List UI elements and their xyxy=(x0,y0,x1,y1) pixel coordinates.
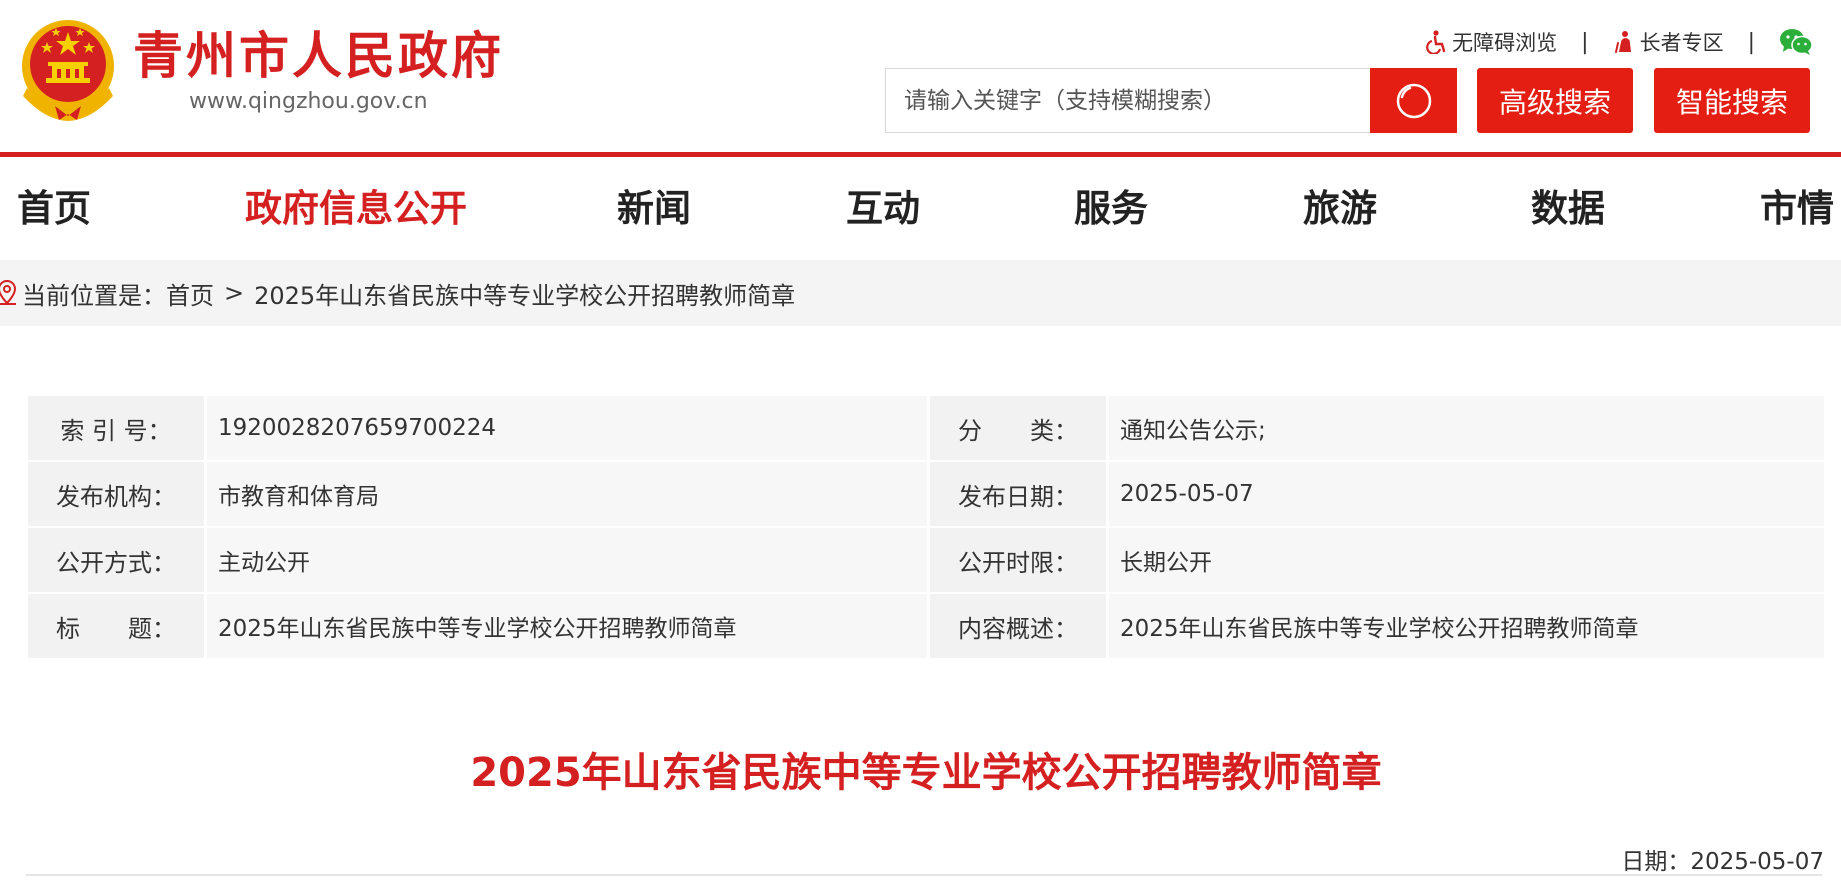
category-label: 分 类： xyxy=(930,396,1106,460)
main-nav: 首页 政府信息公开 新闻 互动 服务 旅游 数据 市情 xyxy=(0,157,1841,260)
document-metadata-table: 索 引 号： 1920028207659700224 分 类： 通知公告公示; … xyxy=(28,396,1824,660)
title-value: 2025年山东省民族中等专业学校公开招聘教师简章 xyxy=(207,594,927,658)
date-label: 日期： xyxy=(1621,849,1691,875)
smart-search-button[interactable]: 智能搜索 xyxy=(1654,68,1810,133)
nav-item-news[interactable]: 新闻 xyxy=(617,187,691,231)
table-row: 索 引 号： 1920028207659700224 分 类： 通知公告公示; xyxy=(28,396,1824,460)
location-pin-icon xyxy=(0,279,17,305)
wheelchair-icon xyxy=(1426,30,1446,54)
search-icon xyxy=(1396,83,1431,118)
nav-item-tourism[interactable]: 旅游 xyxy=(1303,187,1377,231)
site-header: 青州市人民政府 www.qingzhou.gov.cn 无障碍浏览 | 长者专区… xyxy=(0,0,1841,153)
divider xyxy=(26,874,1822,876)
publish-date-value: 2025-05-07 xyxy=(1109,462,1824,526)
nav-item-data[interactable]: 数据 xyxy=(1531,187,1605,231)
disclosure-period-value: 长期公开 xyxy=(1109,528,1824,592)
breadcrumb-separator: > xyxy=(224,279,245,307)
article-date: 日期：2025-05-07 xyxy=(1621,842,1824,876)
advanced-search-button[interactable]: 高级搜索 xyxy=(1477,68,1633,133)
publisher-value: 市教育和体育局 xyxy=(207,462,927,526)
breadcrumb-current-link[interactable]: 2025年山东省民族中等专业学校公开招聘教师简章 xyxy=(254,276,795,311)
table-row: 发布机构： 市教育和体育局 发布日期： 2025-05-07 xyxy=(28,462,1824,526)
disclosure-period-label: 公开时限： xyxy=(930,528,1106,592)
separator: | xyxy=(1581,29,1589,55)
elderly-person-icon xyxy=(1614,31,1631,53)
nav-item-interaction[interactable]: 互动 xyxy=(846,187,920,231)
separator: | xyxy=(1747,29,1755,55)
site-title[interactable]: 青州市人民政府 xyxy=(133,26,504,86)
breadcrumb: 当前位置是： 首页 > 2025年山东省民族中等专业学校公开招聘教师简章 xyxy=(0,260,1841,326)
category-value: 通知公告公示; xyxy=(1109,396,1824,460)
site-url: www.qingzhou.gov.cn xyxy=(189,89,428,114)
breadcrumb-prefix: 当前位置是： xyxy=(22,281,166,310)
elderly-zone-label: 长者专区 xyxy=(1639,31,1724,55)
index-number-value: 1920028207659700224 xyxy=(207,396,927,460)
elderly-zone-link[interactable]: 长者专区 xyxy=(1613,27,1724,57)
summary-label: 内容概述： xyxy=(930,594,1106,658)
table-row: 标 题： 2025年山东省民族中等专业学校公开招聘教师简章 内容概述： 2025… xyxy=(28,594,1824,658)
search-button[interactable] xyxy=(1370,68,1457,133)
publisher-label: 发布机构： xyxy=(28,462,204,526)
wechat-link[interactable] xyxy=(1779,28,1813,56)
breadcrumb-home-link[interactable]: 首页 xyxy=(166,276,214,311)
index-number-label: 索 引 号： xyxy=(28,396,204,460)
search-box xyxy=(885,68,1457,133)
nav-item-gov-info[interactable]: 政府信息公开 xyxy=(245,187,467,231)
disclosure-method-value: 主动公开 xyxy=(207,528,927,592)
accessibility-label: 无障碍浏览 xyxy=(1452,31,1558,55)
national-emblem-icon xyxy=(22,20,114,121)
title-label: 标 题： xyxy=(28,594,204,658)
article-title: 2025年山东省民族中等专业学校公开招聘教师简章 xyxy=(470,750,1382,796)
wechat-icon xyxy=(1780,29,1813,55)
disclosure-method-label: 公开方式： xyxy=(28,528,204,592)
nav-item-home[interactable]: 首页 xyxy=(17,187,91,231)
table-row: 公开方式： 主动公开 公开时限： 长期公开 xyxy=(28,528,1824,592)
date-value: 2025-05-07 xyxy=(1690,849,1824,875)
nav-item-city-info[interactable]: 市情 xyxy=(1760,187,1834,231)
accessibility-link[interactable]: 无障碍浏览 xyxy=(1425,27,1557,57)
search-input[interactable] xyxy=(886,69,1371,132)
publish-date-label: 发布日期： xyxy=(930,462,1106,526)
top-links: 无障碍浏览 | 长者专区 | xyxy=(1425,27,1813,57)
nav-item-services[interactable]: 服务 xyxy=(1074,187,1148,231)
summary-value: 2025年山东省民族中等专业学校公开招聘教师简章 xyxy=(1109,594,1824,658)
